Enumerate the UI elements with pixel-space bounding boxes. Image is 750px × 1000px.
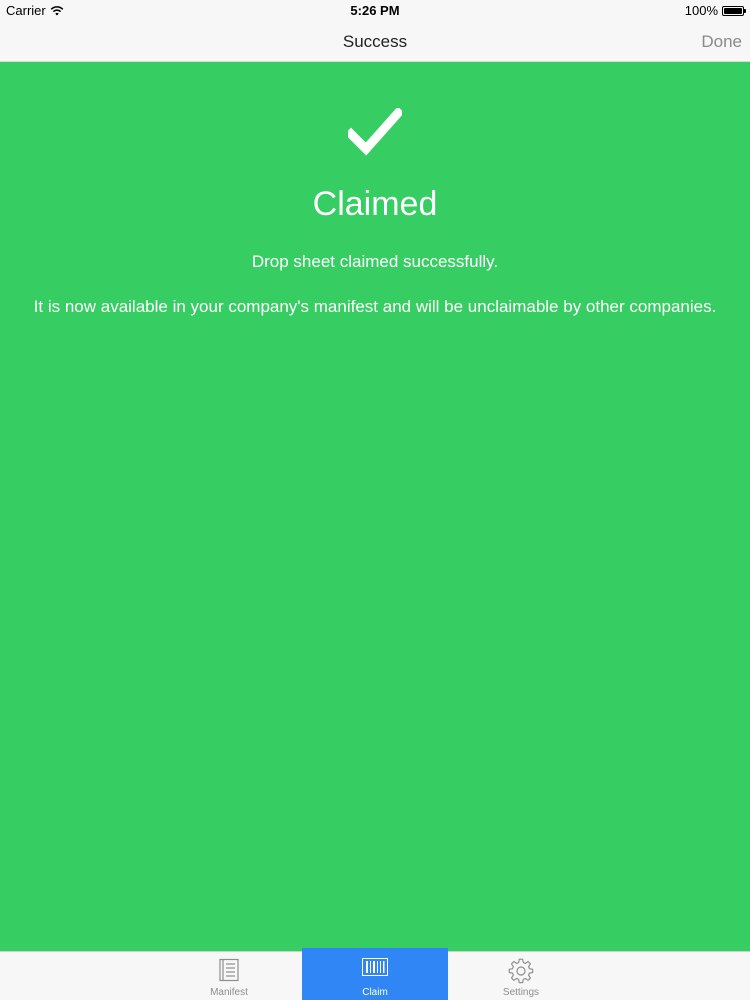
tab-claim[interactable]: Claim [302,948,448,1000]
barcode-icon [362,958,388,981]
gear-icon [508,958,534,989]
status-time: 5:26 PM [350,3,400,18]
status-battery-group: 100% [684,3,746,18]
tab-claim-label: Claim [362,987,388,998]
done-button[interactable]: Done [701,32,742,52]
nav-title: Success [342,32,408,51]
battery-percentage: 100% [684,3,718,18]
success-heading: Claimed [312,185,438,223]
tab-bar: Manifest Claim Settings [0,948,750,1000]
navigation-bar: Success Done [0,22,750,62]
status-bar: Carrier 5:26 PM 100% [0,0,750,22]
manifest-icon [217,958,241,987]
tab-manifest-label: Manifest [210,987,248,998]
tab-manifest[interactable]: Manifest [156,952,302,1000]
success-panel: Claimed Drop sheet claimed successfully.… [0,62,750,951]
tab-settings[interactable]: Settings [448,952,594,1000]
success-detail: It is now available in your company's ma… [33,297,717,316]
success-message: Drop sheet claimed successfully. [251,252,499,271]
screen: Carrier 5:26 PM 100% Success Done Claime… [0,0,750,1000]
battery-icon [722,5,746,16]
tab-settings-label: Settings [502,987,540,998]
checkmark-icon [344,106,405,156]
